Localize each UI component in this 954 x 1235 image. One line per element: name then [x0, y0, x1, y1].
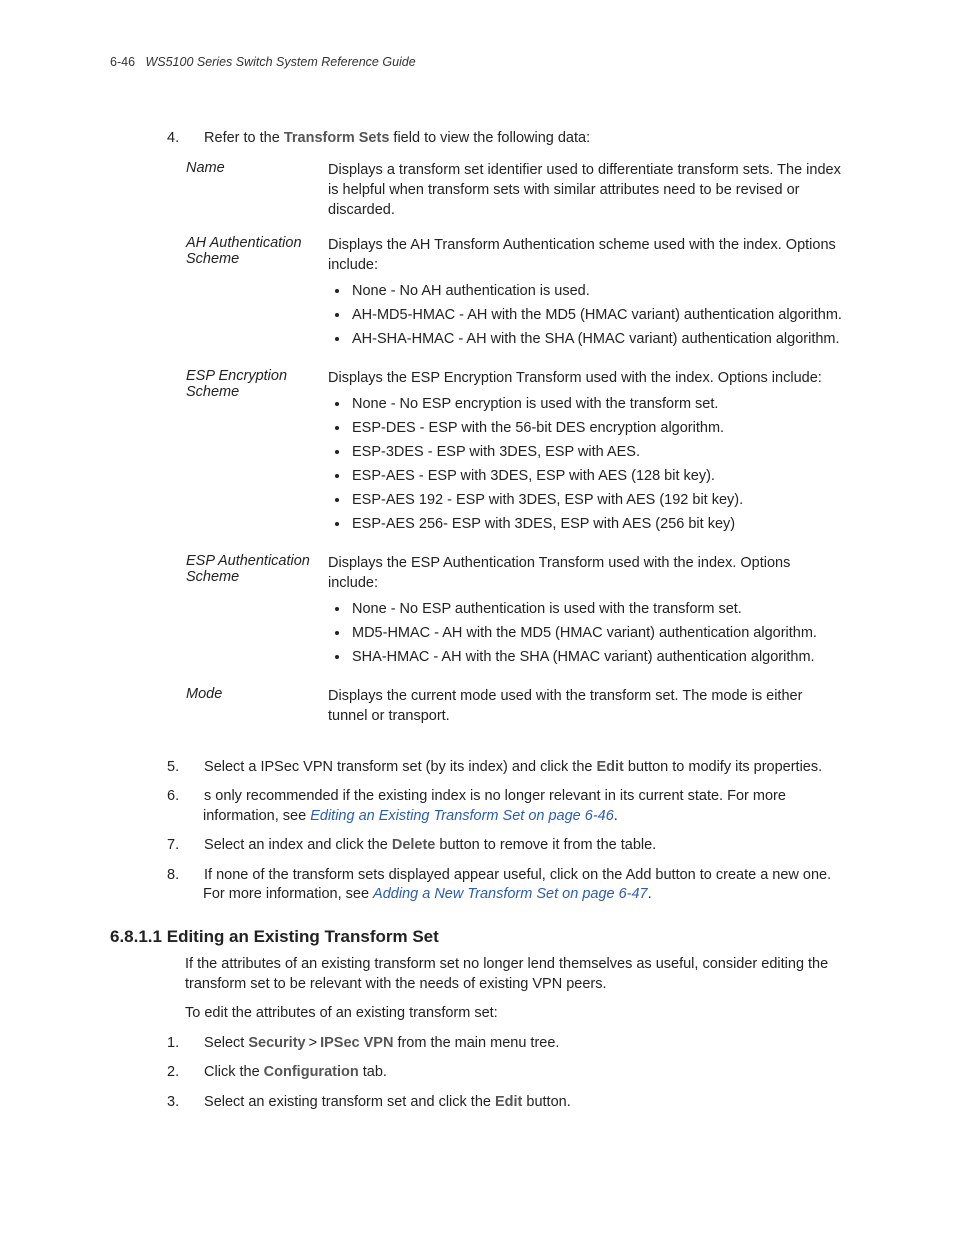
term-esp-auth: ESP Authentication Scheme — [185, 552, 327, 685]
step-5: 5. Select a IPSec VPN transform set (by … — [185, 758, 844, 778]
step-text: field to view the following data: — [389, 130, 590, 146]
step-text: button to modify its properties. — [624, 759, 822, 775]
bold-term: Delete — [392, 837, 436, 853]
edit-step-1: 1. Select Security>IPSec VPN from the ma… — [185, 1034, 844, 1054]
step-text: button to remove it from the table. — [435, 837, 656, 853]
step-text: . — [648, 886, 652, 902]
step-text: from the main menu tree. — [393, 1035, 559, 1051]
bold-term: Transform Sets — [284, 130, 390, 146]
guide-title: WS5100 Series Switch System Reference Gu… — [145, 55, 415, 69]
step-4: 4. Refer to the Transform Sets field to … — [185, 129, 844, 149]
edit-step-3: 3. Select an existing transform set and … — [185, 1093, 844, 1113]
list-item: MD5-HMAC - AH with the MD5 (HMAC variant… — [350, 623, 843, 643]
term-name: Name — [185, 159, 327, 234]
list-item: None - No ESP authentication is used wit… — [350, 599, 843, 619]
list-item: ESP-DES - ESP with the 56-bit DES encryp… — [350, 418, 843, 438]
section-paragraph: To edit the attributes of an existing tr… — [185, 1004, 844, 1024]
bold-term: Security — [248, 1035, 305, 1051]
cross-ref-link[interactable]: Adding a New Transform Set on page 6-47 — [373, 886, 648, 902]
list-item: ESP-AES - ESP with 3DES, ESP with AES (1… — [350, 466, 843, 486]
bold-term: IPSec VPN — [320, 1035, 393, 1051]
def-intro: Displays the ESP Authentication Transfor… — [328, 555, 790, 591]
list-item: AH-SHA-HMAC - AH with the SHA (HMAC vari… — [350, 329, 843, 349]
step-number: 6. — [185, 787, 200, 807]
step-6: 6. s only recommended if the existing in… — [185, 787, 844, 826]
running-header: 6-46 WS5100 Series Switch System Referen… — [110, 55, 844, 69]
def-intro: Displays the ESP Encryption Transform us… — [328, 370, 822, 386]
step-number: 4. — [185, 129, 200, 149]
step-number: 3. — [185, 1093, 200, 1113]
section-heading: 6.8.1.1 Editing an Existing Transform Se… — [110, 927, 844, 947]
definition-table: Name Displays a transform set identifier… — [185, 159, 844, 740]
list-item: ESP-3DES - ESP with 3DES, ESP with AES. — [350, 442, 843, 462]
term-esp-enc: ESP Encryption Scheme — [185, 367, 327, 552]
step-text: tab. — [359, 1064, 387, 1080]
step-number: 2. — [185, 1063, 200, 1083]
edit-step-2: 2. Click the Configuration tab. — [185, 1063, 844, 1083]
term-mode: Mode — [185, 685, 327, 740]
step-text: Select an existing transform set and cli… — [204, 1094, 495, 1110]
page-number: 6-46 — [110, 55, 135, 69]
section-paragraph: If the attributes of an existing transfo… — [185, 955, 844, 994]
cross-ref-link[interactable]: Editing an Existing Transform Set on pag… — [310, 808, 614, 824]
def-esp-auth: Displays the ESP Authentication Transfor… — [327, 552, 844, 685]
breadcrumb-separator: > — [306, 1035, 320, 1051]
list-item: None - No ESP encryption is used with th… — [350, 394, 843, 414]
step-7: 7. Select an index and click the Delete … — [185, 836, 844, 856]
step-text: . — [614, 808, 618, 824]
bold-term: Configuration — [264, 1064, 359, 1080]
list-item: ESP-AES 256- ESP with 3DES, ESP with AES… — [350, 514, 843, 534]
list-item: ESP-AES 192 - ESP with 3DES, ESP with AE… — [350, 490, 843, 510]
step-text: Click the — [204, 1064, 264, 1080]
def-esp-enc: Displays the ESP Encryption Transform us… — [327, 367, 844, 552]
step-number: 5. — [185, 758, 200, 778]
def-mode: Displays the current mode used with the … — [327, 685, 844, 740]
section-title: Editing an Existing Transform Set — [167, 927, 439, 946]
step-text: Select — [204, 1035, 248, 1051]
step-number: 8. — [185, 866, 200, 886]
step-text: Refer to the — [204, 130, 284, 146]
list-item: AH-MD5-HMAC - AH with the MD5 (HMAC vari… — [350, 305, 843, 325]
step-8: 8. If none of the transform sets display… — [185, 866, 844, 905]
step-number: 7. — [185, 836, 200, 856]
def-name: Displays a transform set identifier used… — [327, 159, 844, 234]
main-content: 4. Refer to the Transform Sets field to … — [185, 129, 844, 1112]
list-item: None - No AH authentication is used. — [350, 281, 843, 301]
bold-term: Edit — [495, 1094, 522, 1110]
step-text: button. — [522, 1094, 570, 1110]
section-number: 6.8.1.1 — [110, 927, 162, 946]
step-text: Select a IPSec VPN transform set (by its… — [204, 759, 596, 775]
step-text: Select an index and click the — [204, 837, 392, 853]
def-intro: Displays the AH Transform Authentication… — [328, 237, 836, 273]
def-ah-auth: Displays the AH Transform Authentication… — [327, 234, 844, 367]
term-ah-auth: AH Authentication Scheme — [185, 234, 327, 367]
bold-term: Edit — [597, 759, 624, 775]
step-number: 1. — [185, 1034, 200, 1054]
list-item: SHA-HMAC - AH with the SHA (HMAC variant… — [350, 647, 843, 667]
